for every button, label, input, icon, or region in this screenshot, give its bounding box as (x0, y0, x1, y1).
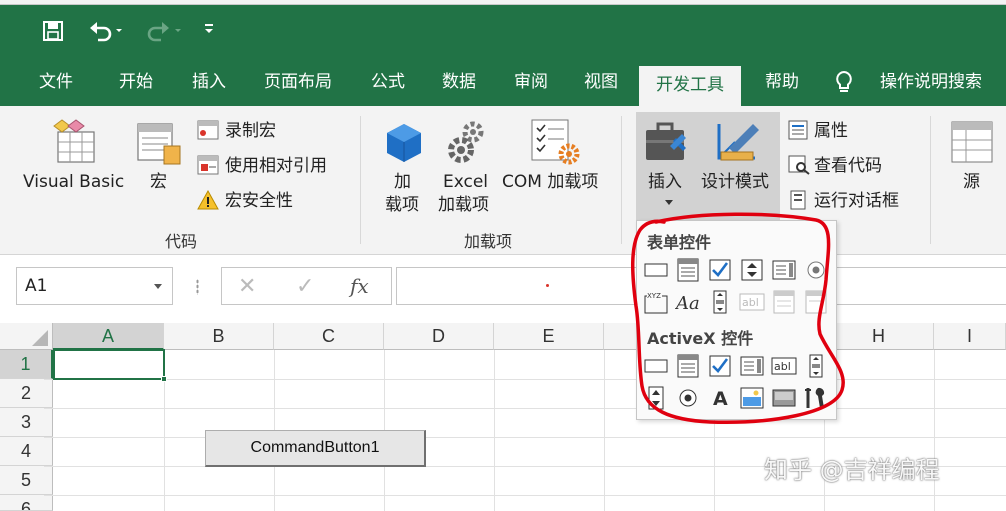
insert-function-icon[interactable]: fx (350, 274, 369, 298)
relative-references-label[interactable]: 使用相对引用 (225, 156, 327, 176)
formula-buttons: ✕ ✓ fx (221, 267, 392, 305)
name-box-dropdown-arrow[interactable] (154, 284, 162, 289)
column-header-i[interactable]: I (934, 323, 1006, 350)
grid-line (44, 437, 1006, 438)
macros-icon[interactable] (136, 120, 182, 170)
addins-cube-icon[interactable] (383, 122, 425, 168)
view-code-icon[interactable] (788, 155, 810, 179)
grid-line (44, 379, 1006, 380)
excel-addins-label-line2[interactable]: 加载项 (438, 195, 489, 215)
active-cell-a1[interactable] (53, 349, 167, 382)
grid-line (44, 408, 1006, 409)
tell-me-search[interactable]: 操作说明搜索 (870, 62, 992, 106)
row-header-2[interactable]: 2 (0, 379, 53, 408)
tab-view[interactable]: 视图 (575, 62, 627, 106)
grid-line (604, 350, 605, 511)
tab-file[interactable]: 文件 (30, 62, 82, 106)
tab-help[interactable]: 帮助 (756, 62, 808, 106)
column-header-a[interactable]: A (53, 323, 164, 350)
addins-label-line2[interactable]: 载项 (385, 195, 419, 215)
customize-qat-icon[interactable] (203, 20, 215, 40)
toolbox-icon[interactable] (644, 120, 692, 168)
design-mode-label[interactable]: 设计模式 (701, 172, 769, 192)
group-separator (360, 116, 361, 244)
column-header-d[interactable]: D (384, 323, 494, 350)
name-box[interactable]: A1 (16, 267, 173, 305)
row-header-5[interactable]: 5 (0, 466, 53, 495)
lightbulb-icon[interactable] (832, 62, 856, 106)
redo-icon[interactable] (143, 18, 183, 49)
title-bar (0, 0, 1006, 62)
record-macro-label[interactable]: 录制宏 (225, 121, 276, 141)
addins-group-label: 加载项 (464, 232, 513, 251)
top-grid-strip (0, 0, 1006, 5)
save-icon[interactable] (42, 20, 64, 47)
column-header-e[interactable]: E (494, 323, 604, 350)
warning-icon[interactable] (197, 189, 219, 214)
design-mode-icon[interactable] (715, 118, 765, 170)
undo-icon[interactable] (88, 18, 124, 49)
excel-addins-label-line1[interactable]: Excel (443, 172, 488, 192)
macros-label[interactable]: 宏 (150, 172, 167, 192)
column-header-b[interactable]: B (164, 323, 274, 350)
source-label[interactable]: 源 (963, 172, 980, 192)
tab-insert[interactable]: 插入 (181, 62, 237, 106)
row-header-6[interactable]: 6 (0, 495, 53, 511)
relative-references-icon[interactable] (197, 155, 219, 179)
tab-review[interactable]: 审阅 (505, 62, 557, 106)
cursor-dot (546, 284, 549, 287)
insert-dropdown-arrow[interactable] (665, 200, 673, 205)
name-box-value: A1 (25, 276, 48, 296)
code-group-label: 代码 (165, 232, 198, 251)
cancel-icon[interactable]: ✕ (238, 274, 256, 299)
command-button-1[interactable]: CommandButton1 (205, 430, 426, 467)
red-annotation-circle (630, 212, 845, 424)
visual-basic-label[interactable]: Visual Basic (23, 172, 124, 192)
select-all-corner[interactable] (0, 323, 53, 350)
fill-handle[interactable] (161, 376, 167, 382)
properties-label[interactable]: 属性 (814, 121, 848, 141)
com-addins-label[interactable]: COM 加载项 (502, 172, 598, 192)
xml-source-icon[interactable] (950, 120, 994, 168)
tab-home[interactable]: 开始 (108, 62, 164, 106)
enter-icon[interactable]: ✓ (296, 274, 314, 299)
row-header-1[interactable]: 1 (0, 350, 53, 379)
column-header-c[interactable]: C (274, 323, 384, 350)
tab-formulas[interactable]: 公式 (362, 62, 414, 106)
run-dialog-label[interactable]: 运行对话框 (814, 191, 899, 211)
tab-data[interactable]: 数据 (433, 62, 485, 106)
row-header-4[interactable]: 4 (0, 437, 53, 466)
grid-line (494, 350, 495, 511)
watermark: 知乎 @吉祥编程 (764, 456, 940, 484)
row-header-3[interactable]: 3 (0, 408, 53, 437)
properties-icon[interactable] (788, 120, 808, 144)
addins-label-line1[interactable]: 加 (394, 172, 411, 192)
com-addins-icon[interactable] (530, 118, 580, 170)
macro-security-label[interactable]: 宏安全性 (225, 191, 293, 211)
view-code-label[interactable]: 查看代码 (814, 156, 882, 176)
record-macro-icon[interactable] (197, 120, 219, 144)
tab-page-layout[interactable]: 页面布局 (253, 62, 343, 106)
visual-basic-icon[interactable] (50, 118, 98, 168)
excel-addins-gear-icon[interactable] (446, 118, 488, 170)
insert-controls-label[interactable]: 插入 (648, 172, 682, 192)
group-separator (930, 116, 931, 244)
ribbon-tabs: 文件 开始 插入 页面布局 公式 数据 审阅 视图 开发工具 帮助 操作说明搜索 (0, 62, 1006, 106)
tab-developer[interactable]: 开发工具 (639, 66, 741, 106)
grid-line (44, 495, 1006, 496)
grid-line (934, 350, 935, 511)
splitter-handle-icon[interactable] (196, 279, 199, 295)
